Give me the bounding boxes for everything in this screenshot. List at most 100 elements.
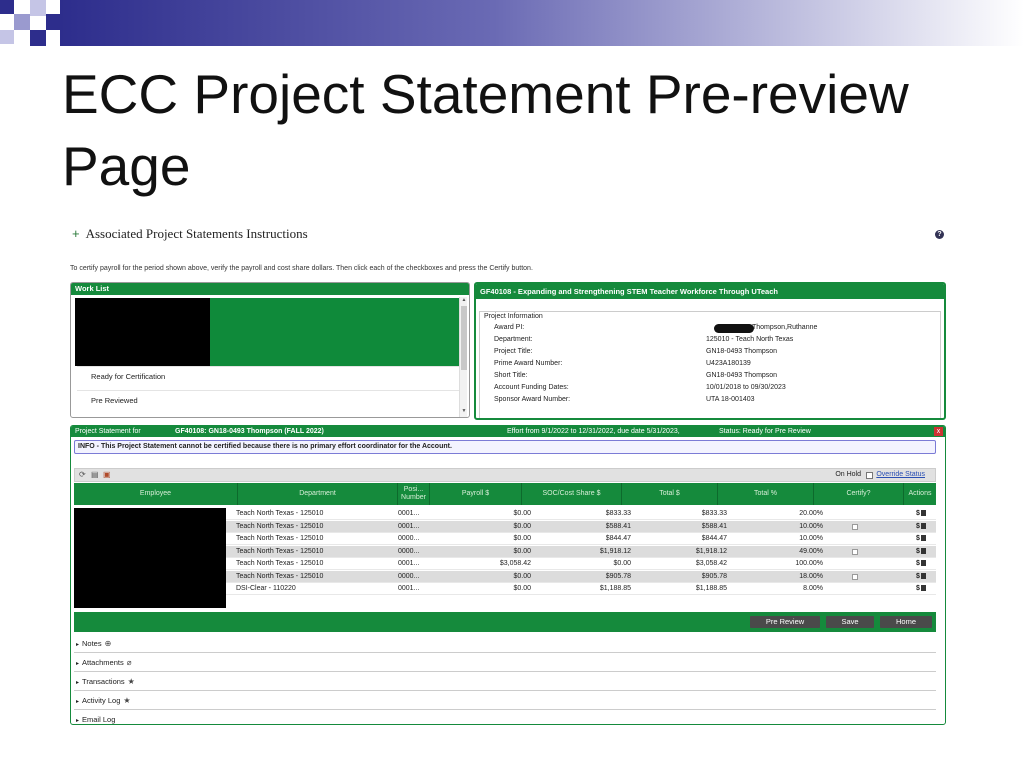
selected-worklist-item[interactable] (210, 298, 459, 366)
statement-label: Project Statement for (75, 428, 141, 435)
document-icon[interactable] (920, 572, 926, 579)
help-icon[interactable]: ? (935, 230, 944, 239)
cell-payroll: $0.00 (513, 535, 531, 542)
scroll-down-icon[interactable]: ▼ (460, 408, 468, 414)
work-list-panel: Work List Ready for Certification Pre Re… (70, 282, 470, 418)
accordion-label: Attachments (82, 658, 124, 667)
expand-plus-icon[interactable]: + (72, 226, 80, 241)
home-button[interactable]: Home (880, 616, 932, 628)
col-certify[interactable]: Certify? (814, 483, 904, 505)
info-key: Sponsor Award Number: (494, 396, 571, 403)
accordion-transactions[interactable]: ▸ Transactions ★ (74, 672, 936, 691)
instructions-text: To certify payroll for the period shown … (70, 265, 533, 272)
worklist-item-pre-reviewed[interactable]: Pre Reviewed (77, 390, 459, 410)
document-icon[interactable] (920, 585, 926, 591)
dollar-icon[interactable]: $ (916, 523, 920, 530)
project-info-panel: GF40108 - Expanding and Strengthening ST… (474, 282, 946, 420)
info-value: GN18-0493 Thompson (706, 348, 778, 355)
cell-total: $3,058.42 (695, 560, 727, 567)
col-total-percent[interactable]: Total % (718, 483, 814, 505)
pre-review-button[interactable]: Pre Review (750, 616, 820, 628)
table-row: Teach North Texas - 125010 0000... $0.00 $1… (226, 545, 936, 558)
cell-total: $1,188.85 (695, 585, 727, 592)
embedded-screenshot: + Associated Project Statements Instructi… (70, 220, 950, 740)
certify-checkbox[interactable] (852, 523, 858, 530)
cell-position: 0001... (398, 522, 420, 530)
cell-position: 0001... (398, 560, 420, 567)
scroll-up-icon[interactable]: ▲ (460, 297, 468, 303)
expand-triangle-icon[interactable]: ▸ (76, 699, 79, 705)
info-value: UTA 18-001403 (706, 396, 755, 403)
expand-triangle-icon[interactable]: ▸ (76, 642, 79, 648)
worklist-item-ready-for-certification[interactable]: Ready for Certification (77, 366, 459, 386)
document-icon[interactable] (920, 522, 926, 529)
on-hold-checkbox[interactable] (866, 472, 873, 479)
dollar-icon[interactable]: $ (916, 573, 920, 580)
expand-triangle-icon[interactable]: ▸ (76, 718, 79, 724)
cell-pct: 100.00% (795, 560, 823, 567)
row-actions[interactable]: $ (916, 558, 926, 570)
close-icon[interactable]: x (934, 427, 943, 436)
save-button[interactable]: Save (826, 616, 874, 628)
col-position-number[interactable]: Posi... Number (398, 483, 430, 505)
deco-square (14, 14, 30, 30)
expand-triangle-icon[interactable]: ▸ (76, 661, 79, 667)
cell-total: $833.33 (701, 510, 727, 517)
accordion-attachments[interactable]: ▸ Attachments ⌀ (74, 653, 936, 672)
certify-checkbox[interactable] (852, 548, 858, 555)
star-icon[interactable]: ★ (128, 677, 135, 686)
row-actions[interactable]: $ (916, 546, 926, 558)
cell-cost-share: $833.33 (605, 510, 631, 517)
dollar-icon[interactable]: $ (916, 548, 920, 555)
accordion-notes[interactable]: ▸ Notes ⊕ (74, 634, 936, 653)
refresh-icon[interactable]: ⟳ (79, 471, 87, 479)
plus-circle-icon[interactable]: ⊕ (105, 639, 112, 648)
document-icon[interactable] (920, 547, 926, 554)
cell-total: $844.47 (701, 535, 727, 542)
dollar-icon[interactable]: $ (916, 535, 920, 542)
accordion-activity-log[interactable]: ▸ Activity Log ★ (74, 691, 936, 710)
info-key: Project Title: (494, 348, 533, 355)
deco-square (0, 30, 14, 44)
accordion-email-log[interactable]: ▸ Email Log (74, 710, 936, 724)
dollar-icon[interactable]: $ (916, 560, 920, 567)
pdf-icon[interactable]: ▣ (103, 471, 111, 479)
cell-cost-share: $0.00 (613, 560, 631, 567)
col-cost-share[interactable]: SOC/Cost Share $ (522, 483, 622, 505)
col-total[interactable]: Total $ (622, 483, 718, 505)
expand-triangle-icon[interactable]: ▸ (76, 680, 79, 686)
scroll-thumb[interactable] (461, 306, 467, 370)
cell-position: 0000... (398, 572, 420, 580)
override-status-link[interactable]: Override Status (876, 471, 925, 478)
cell-position: 0000... (398, 547, 420, 555)
redacted-pill (714, 324, 754, 333)
col-employee[interactable]: Employee (74, 483, 238, 505)
star-icon[interactable]: ★ (123, 696, 130, 705)
info-message: INFO - This Project Statement cannot be … (74, 440, 936, 454)
row-actions[interactable]: $ (916, 508, 926, 520)
worklist-scrollbar[interactable]: ▲ ▼ (459, 297, 467, 417)
cell-pct: 8.00% (803, 585, 823, 592)
document-icon[interactable] (920, 560, 926, 566)
row-actions[interactable]: $ (916, 533, 926, 545)
row-actions[interactable]: $ (916, 571, 926, 583)
cell-department: DSI-Clear - 110220 (236, 585, 296, 592)
paperclip-icon[interactable]: ⌀ (127, 658, 132, 667)
info-value: 10/01/2018 to 09/30/2023 (706, 384, 786, 391)
document-icon[interactable] (920, 510, 926, 516)
col-actions[interactable]: Actions (904, 483, 936, 505)
col-payroll[interactable]: Payroll $ (430, 483, 522, 505)
info-value: Thompson,Ruthanne (752, 324, 818, 331)
col-department[interactable]: Department (238, 483, 398, 505)
certify-checkbox[interactable] (852, 573, 858, 580)
document-icon[interactable] (920, 535, 926, 541)
row-actions[interactable]: $ (916, 521, 926, 533)
slide: ECC Project Statement Pre-review Page + A… (0, 0, 1024, 768)
dollar-icon[interactable]: $ (916, 510, 920, 517)
export-icon[interactable]: ▤ (91, 471, 99, 479)
dollar-icon[interactable]: $ (916, 585, 920, 592)
instructions-heading[interactable]: + Associated Project Statements Instructi… (72, 226, 308, 242)
cell-cost-share: $1,918.12 (599, 547, 631, 555)
row-actions[interactable]: $ (916, 583, 926, 595)
grid-body: Teach North Texas - 125010 0001... $0.00 $8… (74, 508, 936, 608)
